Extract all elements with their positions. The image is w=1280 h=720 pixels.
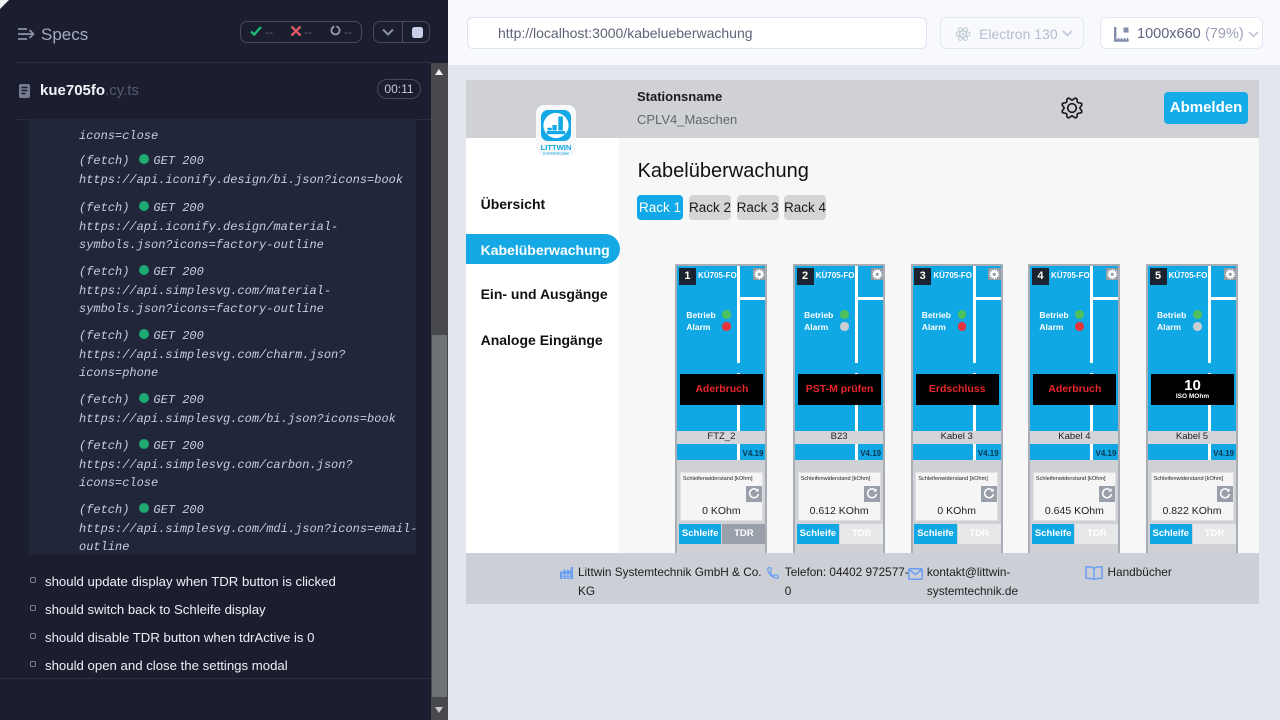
svg-text:SYSTEMTECHNIK: SYSTEMTECHNIK <box>543 152 570 156</box>
